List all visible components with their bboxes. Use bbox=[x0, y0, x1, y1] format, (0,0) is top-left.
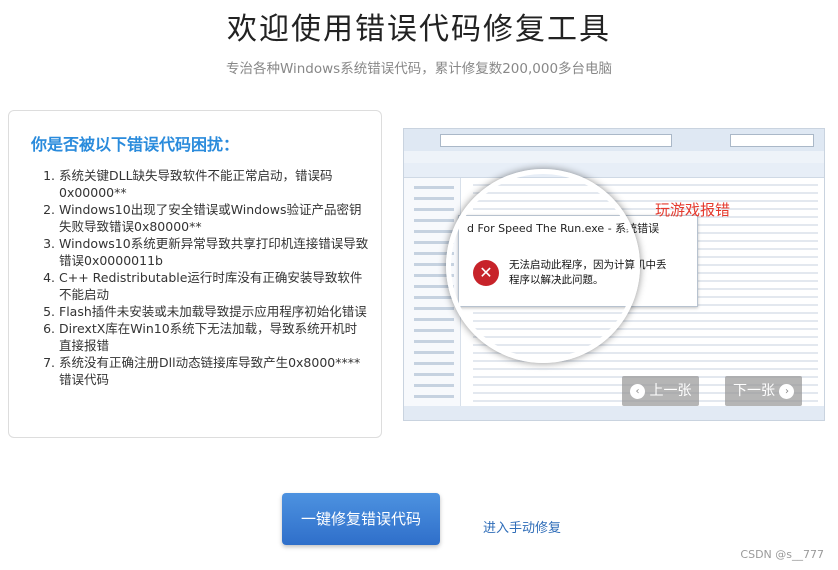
explorer-menu-bar bbox=[404, 151, 824, 163]
page-title: 欢迎使用错误代码修复工具 bbox=[227, 12, 611, 47]
next-slide-button[interactable]: 下一张 › bbox=[725, 376, 803, 406]
watermark: CSDN @s__777 bbox=[740, 548, 824, 561]
one-click-fix-button[interactable]: 一键修复错误代码 bbox=[282, 493, 440, 545]
search-field bbox=[730, 134, 814, 147]
prev-slide-button[interactable]: ‹ 上一张 bbox=[622, 376, 700, 406]
issue-item: 系统没有正确注册Dll动态链接库导致产生0x8000****错误代码 bbox=[59, 354, 369, 388]
error-screenshot-slideshow: d For Speed The Run.exe - 系统错误 ✕ 无法启动此程序… bbox=[403, 128, 825, 421]
issue-item: C++ Redistributable运行时库没有正确安装导致软件不能启动 bbox=[59, 269, 369, 303]
explorer-status-bar bbox=[404, 406, 824, 420]
explorer-toolbar bbox=[404, 163, 824, 178]
issues-list: 系统关键DLL缺失导致软件不能正常启动，错误码0x00000** Windows… bbox=[33, 167, 369, 388]
address-field bbox=[440, 134, 672, 147]
chevron-right-icon: › bbox=[779, 383, 795, 399]
issues-card: 你是否被以下错误代码困扰： 系统关键DLL缺失导致软件不能正常启动，错误码0x0… bbox=[8, 110, 382, 438]
slide-caption: 玩游戏报错 bbox=[655, 201, 731, 219]
issue-item: DirextX库在Win10系统下无法加载，导致系统开机时直接报错 bbox=[59, 320, 369, 354]
next-slide-label: 下一张 bbox=[733, 383, 775, 399]
chevron-left-icon: ‹ bbox=[630, 383, 645, 399]
issue-item: Windows10系统更新异常导致共享打印机连接错误导致错误0x0000011b bbox=[59, 235, 369, 269]
issue-item: Windows10出现了安全错误或Windows验证产品密钥失败导致错误0x80… bbox=[59, 201, 369, 235]
page-subtitle: 专治各种Windows系统错误代码，累计修复数200,000多台电脑 bbox=[225, 61, 613, 77]
issue-item: Flash插件未安装或未加载导致提示应用程序初始化错误 bbox=[59, 303, 369, 320]
explorer-address-bar bbox=[404, 129, 824, 152]
issue-item: 系统关键DLL缺失导致软件不能正常启动，错误码0x00000** bbox=[59, 167, 369, 201]
prev-slide-label: 上一张 bbox=[649, 383, 692, 399]
manual-fix-link[interactable]: 进入手动修复 bbox=[483, 517, 561, 536]
issues-title: 你是否被以下错误代码困扰： bbox=[31, 135, 240, 154]
magnifier-ring bbox=[446, 169, 640, 363]
